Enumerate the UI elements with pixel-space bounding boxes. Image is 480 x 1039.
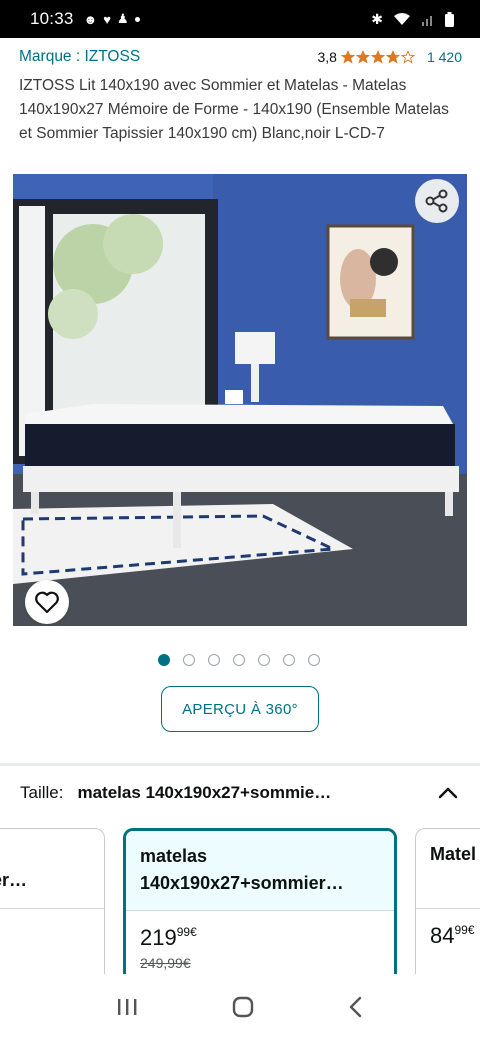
carousel-dot[interactable] (308, 654, 320, 666)
price-fraction: 99 (454, 923, 468, 937)
price-fraction: 99 (176, 925, 191, 939)
size-option-price: 8499€ (416, 909, 480, 949)
heart-icon (35, 591, 59, 614)
star-full-icon (340, 50, 355, 64)
system-navigation-bar (0, 975, 480, 1039)
share-button[interactable] (415, 179, 459, 223)
price-whole: 84 (430, 923, 455, 948)
price-currency: € (190, 925, 197, 939)
brand-rating-row: Marque : IZTOSS 3,8 1 420 (19, 48, 462, 66)
rating-stars (340, 50, 415, 64)
chevron-up-icon[interactable] (438, 787, 458, 799)
bluetooth-icon: ✱ (371, 10, 383, 27)
star-empty-icon (400, 50, 415, 64)
rating-value: 3,8 (317, 49, 337, 65)
star-full-icon (370, 50, 385, 64)
rating-count: 1 420 (426, 49, 462, 65)
size-selector[interactable]: Taille: matelas 140x190x27+sommie… (20, 783, 458, 803)
more-notifications-icon (134, 16, 140, 22)
price-whole: 219 (140, 925, 177, 950)
system-icons: ✱ (371, 11, 454, 28)
size-option-name: Matel (416, 829, 480, 909)
carousel-dot-active[interactable] (158, 654, 170, 666)
share-icon (425, 189, 448, 213)
size-option-card-selected[interactable]: matelas 140x190x27+sommier… 21999€ 249,9… (123, 828, 397, 974)
brand-link[interactable]: Marque : IZTOSS (19, 48, 140, 66)
carousel-dot[interactable] (233, 654, 245, 666)
wifi-icon (394, 13, 410, 25)
price-currency: € (467, 923, 475, 937)
size-option-card[interactable]: Matel 8499€ (415, 828, 480, 974)
carousel-dot[interactable] (258, 654, 270, 666)
status-bar: 10:33 ☻ ♥ ♟ ✱ (0, 0, 480, 38)
status-time: 10:33 (30, 9, 74, 28)
size-option-old-price: 249,99€ (140, 955, 191, 971)
product-image[interactable] (13, 174, 467, 626)
signal-icon (422, 16, 432, 26)
back-icon[interactable] (348, 995, 364, 1019)
star-half-icon (385, 50, 400, 64)
carousel-dot[interactable] (283, 654, 295, 666)
person-icon: ♟ (116, 11, 129, 26)
size-option-name: matelas 140x190x27+sommier… (126, 831, 394, 911)
size-options: mmier… matelas 140x190x27+sommier… 21999… (0, 826, 480, 974)
section-divider (0, 763, 480, 766)
battery-icon (445, 11, 454, 27)
size-option-card[interactable]: mmier… (0, 828, 105, 974)
view-360-button[interactable]: APERÇU À 360° (161, 686, 319, 732)
carousel-dot[interactable] (183, 654, 195, 666)
product-title: IZTOSS Lit 140x190 avec Sommier et Matel… (19, 77, 449, 142)
size-label: Taille: (20, 783, 64, 802)
wishlist-button[interactable] (25, 580, 69, 624)
bedroom-illustration (13, 174, 467, 626)
image-carousel-dots (158, 654, 320, 666)
rating-summary[interactable]: 3,8 1 420 (317, 49, 462, 65)
recent-apps-icon[interactable] (116, 997, 138, 1017)
size-option-name: mmier… (0, 829, 104, 909)
size-value: matelas 140x190x27+sommie… (77, 783, 332, 802)
notification-icons: ☻ ♥ ♟ (84, 11, 140, 27)
carousel-dot[interactable] (208, 654, 220, 666)
star-full-icon (355, 50, 370, 64)
face-icon: ☻ (83, 11, 98, 27)
health-icon: ♥ (103, 11, 111, 27)
home-icon[interactable] (231, 995, 255, 1019)
size-option-price: 21999€ (126, 911, 394, 951)
